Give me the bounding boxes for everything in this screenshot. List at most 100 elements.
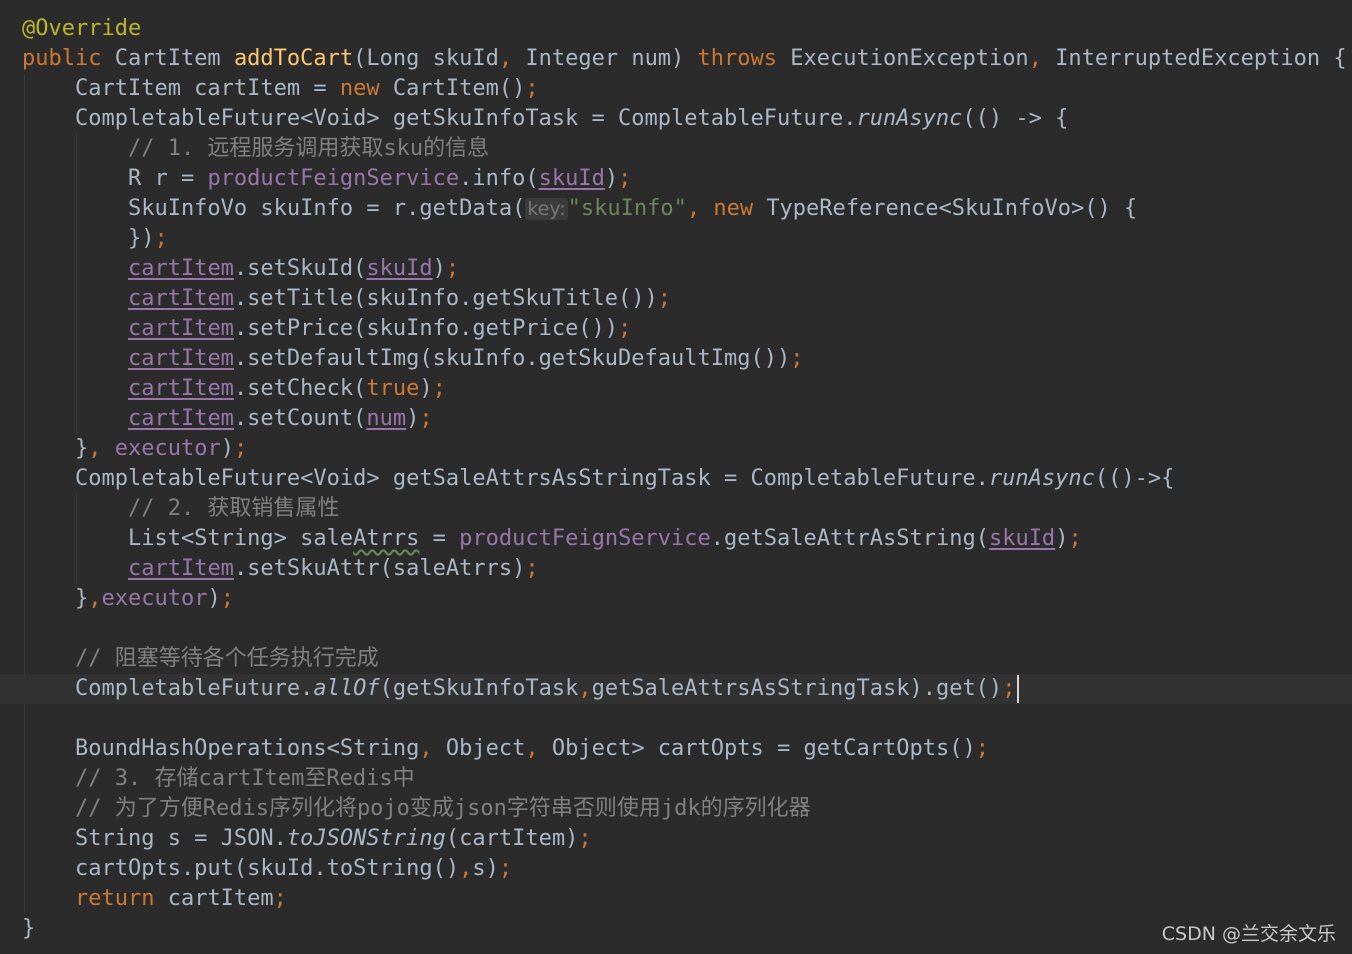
code-line[interactable]: cartItem.setTitle(skuInfo.getSkuTitle())… — [0, 284, 1352, 314]
code-token: ) — [432, 256, 446, 281]
code-line[interactable]: CompletableFuture.allOf(getSkuInfoTask,g… — [0, 674, 1352, 704]
code-token: ) — [604, 166, 619, 191]
code-token: List<String> sale — [22, 526, 354, 551]
code-token: CompletableFuture<Void> getSkuInfoTask =… — [22, 106, 857, 131]
code-token: String s = JSON. — [22, 826, 287, 851]
code-token: R r = — [22, 166, 208, 191]
code-line[interactable] — [0, 614, 1352, 644]
code-line[interactable]: // 为了方便Redis序列化将pojo变成json字符串否则使用jdk的序列化… — [0, 794, 1352, 824]
code-line[interactable]: },executor); — [0, 584, 1352, 614]
code-token: // 3. 存储cartItem至Redis中 — [22, 766, 415, 791]
code-token: addToCart — [233, 46, 354, 71]
code-token: .info( — [459, 166, 539, 191]
code-token: (() -> { — [962, 106, 1069, 131]
code-line[interactable]: cartItem.setCount(num); — [0, 404, 1352, 434]
code-line[interactable]: @Override — [0, 14, 1352, 44]
code-token: .setSkuAttr(saleAtrrs) — [233, 556, 526, 581]
code-line[interactable]: // 阻塞等待各个任务执行完成 — [0, 644, 1352, 674]
code-line[interactable]: cartItem.setSkuId(skuId); — [0, 254, 1352, 284]
code-token: ) — [406, 406, 420, 431]
code-token: , — [459, 856, 473, 881]
code-token: = — [419, 526, 460, 551]
code-line[interactable]: } — [0, 914, 1352, 944]
code-token: ; — [975, 736, 989, 761]
code-token: } — [22, 586, 89, 611]
code-editor[interactable]: @Override public CartItem addToCart(Long … — [0, 0, 1352, 954]
watermark: CSDN @兰交余文乐 — [1161, 923, 1336, 945]
code-token: // 阻塞等待各个任务执行完成 — [22, 646, 379, 671]
code-token: public — [22, 46, 115, 71]
code-token: ; — [154, 226, 168, 251]
code-line[interactable]: String s = JSON.toJSONString(cartItem); — [0, 824, 1352, 854]
code-token: .setTitle(skuInfo.getSkuTitle()) — [233, 286, 658, 311]
code-token: toJSONString — [286, 826, 446, 851]
code-token: // 2. 获取销售属性 — [22, 496, 340, 521]
code-token: @Override — [22, 16, 142, 41]
code-line[interactable]: SkuInfoVo skuInfo = r.getData(key:"skuIn… — [0, 194, 1352, 224]
code-token: Integer num) — [525, 46, 698, 71]
code-token: executor — [114, 436, 221, 461]
code-token: cartItem — [127, 256, 234, 281]
code-line[interactable]: // 3. 存储cartItem至Redis中 — [0, 764, 1352, 794]
code-token: skuId — [538, 166, 605, 191]
code-token: } — [22, 916, 36, 941]
text-caret — [1017, 675, 1020, 703]
code-token: , — [1028, 46, 1056, 71]
code-token: new — [713, 196, 767, 221]
code-line[interactable]: cartOpts.put(skuId.toString(),s); — [0, 854, 1352, 884]
code-line[interactable]: // 2. 获取销售属性 — [0, 494, 1352, 524]
code-token: CartItem — [114, 46, 234, 71]
code-token: cartItem — [127, 406, 234, 431]
code-token: SkuInfoVo skuInfo = r.getData( — [22, 196, 526, 221]
code-token: cartItem — [127, 316, 234, 341]
code-token: ) — [220, 436, 234, 461]
code-token: (getSkuInfoTask — [379, 676, 579, 701]
code-token: (()->{ — [1094, 466, 1175, 491]
code-token: skuId — [988, 526, 1056, 551]
code-token: ; — [432, 376, 446, 401]
code-line[interactable]: cartItem.setPrice(skuInfo.getPrice()); — [0, 314, 1352, 344]
code-token: CompletableFuture<Void> getSaleAttrsAsSt… — [22, 466, 989, 491]
code-token: , — [498, 46, 526, 71]
code-token: ; — [525, 76, 539, 101]
code-line[interactable]: R r = productFeignService.info(skuId); — [0, 164, 1352, 194]
code-token: .setDefaultImg(skuInfo.getSkuDefaultImg(… — [233, 346, 791, 371]
code-line[interactable]: return cartItem; — [0, 884, 1352, 914]
code-token: ) — [1055, 526, 1069, 551]
code-token: ; — [498, 856, 513, 881]
code-line[interactable] — [0, 704, 1352, 734]
code-token: CartItem cartItem = — [22, 76, 340, 101]
code-token: .setCheck( — [233, 376, 367, 401]
code-token: .setSkuId( — [233, 256, 367, 281]
code-token: }) — [22, 226, 155, 251]
code-line[interactable]: cartItem.setDefaultImg(skuInfo.getSkuDef… — [0, 344, 1352, 374]
code-token: new — [339, 76, 393, 101]
code-token: s) — [472, 856, 499, 881]
code-token: .setPrice(skuInfo.getPrice()) — [233, 316, 619, 341]
code-token: Object — [445, 736, 526, 761]
code-line[interactable]: }); — [0, 224, 1352, 254]
code-line[interactable]: }, executor); — [0, 434, 1352, 464]
code-line[interactable]: public CartItem addToCart(Long skuId, In… — [0, 44, 1352, 74]
code-token: ; — [618, 166, 632, 191]
code-token: true — [366, 376, 420, 401]
code-line[interactable]: cartItem.setCheck(true); — [0, 374, 1352, 404]
code-line[interactable]: // 1. 远程服务调用获取sku的信息 — [0, 134, 1352, 164]
code-line[interactable]: List<String> saleAtrrs = productFeignSer… — [0, 524, 1352, 554]
code-token: , — [578, 676, 592, 701]
code-token: , — [525, 736, 552, 761]
code-token: runAsync — [856, 106, 963, 131]
code-token: Object> cartOpts = getCartOpts() — [551, 736, 976, 761]
code-line[interactable]: CompletableFuture<Void> getSkuInfoTask =… — [0, 104, 1352, 134]
code-line[interactable]: cartItem.setSkuAttr(saleAtrrs); — [0, 554, 1352, 584]
code-token: ; — [657, 286, 672, 311]
code-line[interactable]: BoundHashOperations<String, Object, Obje… — [0, 734, 1352, 764]
code-token: ; — [419, 406, 433, 431]
code-line[interactable]: CompletableFuture<Void> getSaleAttrsAsSt… — [0, 464, 1352, 494]
code-line[interactable]: CartItem cartItem = new CartItem(); — [0, 74, 1352, 104]
